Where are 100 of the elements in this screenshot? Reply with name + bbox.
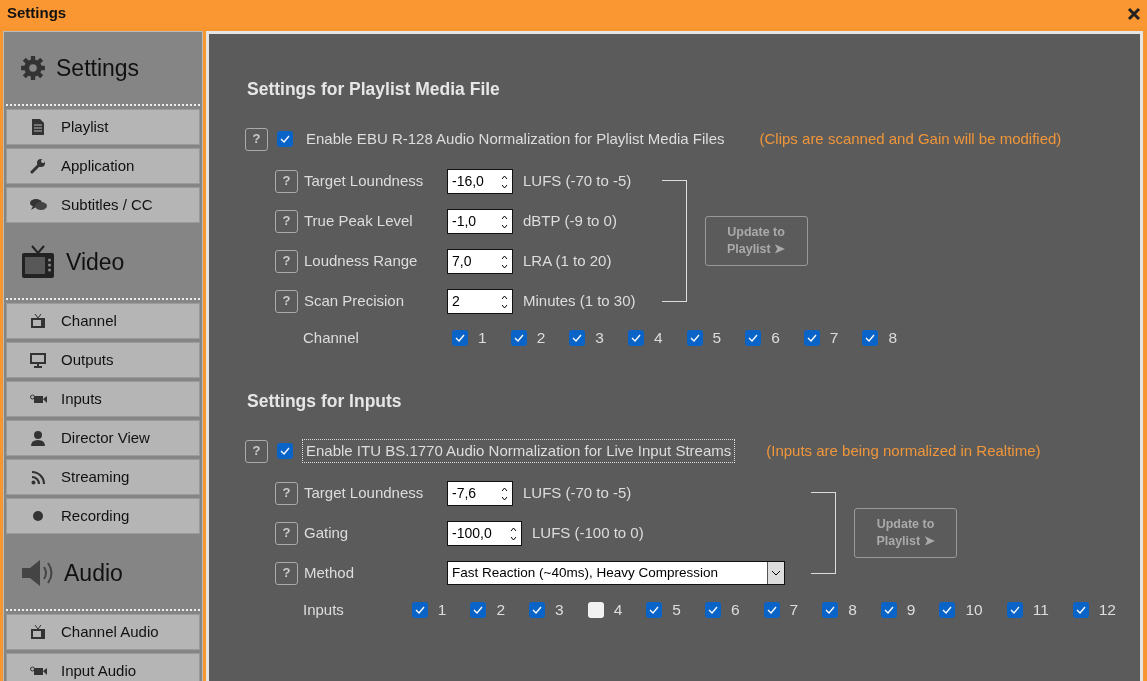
help-button[interactable]: ? xyxy=(245,127,268,151)
camera-icon xyxy=(29,665,47,677)
row-label: Channel xyxy=(303,327,360,348)
checkbox-label: 2 xyxy=(536,328,546,349)
help-button[interactable]: ? xyxy=(275,289,298,313)
checkbox[interactable] xyxy=(627,330,644,346)
checkbox[interactable] xyxy=(745,330,762,346)
sidebar-item[interactable]: Outputs xyxy=(6,342,200,378)
checkbox[interactable] xyxy=(510,330,527,346)
field-label: Loudness Range xyxy=(303,250,419,271)
checkmark-icon xyxy=(806,334,817,342)
checkbox-label: 3 xyxy=(555,600,564,621)
checkbox[interactable] xyxy=(452,330,468,346)
spinner-arrows-icon[interactable] xyxy=(501,485,508,502)
checkbox[interactable] xyxy=(939,602,956,618)
checkbox-label: 11 xyxy=(1032,600,1049,621)
checkbox[interactable] xyxy=(1072,602,1089,618)
sidebar-item[interactable]: Playlist xyxy=(6,109,200,145)
spin-field[interactable]: 7,0 xyxy=(447,248,513,274)
checkbox[interactable] xyxy=(704,602,721,618)
checkbox[interactable] xyxy=(277,131,293,147)
checkmark-icon xyxy=(414,606,425,614)
field-label: True Peak Level xyxy=(303,210,414,231)
unit-label: LRA (1 to 20) xyxy=(523,250,612,271)
help-button[interactable]: ? xyxy=(275,521,298,545)
chevron-down-icon[interactable] xyxy=(771,570,781,576)
close-icon[interactable] xyxy=(1127,6,1141,21)
checkmark-icon xyxy=(649,606,660,614)
sidebar-item[interactable]: Input Audio xyxy=(6,653,200,681)
info-note: (Inputs are being normalized in Realtime) xyxy=(766,440,1041,461)
speaker-icon xyxy=(20,558,54,588)
row-label: Inputs xyxy=(303,599,345,620)
checkbox[interactable] xyxy=(569,330,586,346)
checkmark-icon xyxy=(513,334,524,342)
checkbox[interactable] xyxy=(470,602,487,618)
wrench-icon xyxy=(30,158,46,174)
checkbox-label: 10 xyxy=(965,600,983,621)
checkmark-icon xyxy=(532,606,543,614)
checkmark-icon xyxy=(825,606,836,614)
checkbox[interactable] xyxy=(822,602,839,618)
camera-icon xyxy=(29,393,47,405)
spinner-arrows-icon[interactable] xyxy=(501,173,508,190)
document-icon xyxy=(31,119,45,135)
checkmark-icon xyxy=(707,606,718,614)
checkbox-label: 7 xyxy=(829,328,839,349)
checkmark-icon xyxy=(572,334,583,342)
checkbox-label: Enable ITU BS.1770 Audio Normalization for Live Input Streams xyxy=(302,438,736,464)
checkbox[interactable] xyxy=(277,443,293,459)
chat-bubbles-icon xyxy=(29,198,47,212)
section-title: Settings for Playlist Media File xyxy=(247,78,501,100)
spin-field[interactable]: -1,0 xyxy=(447,208,513,234)
spinner-arrows-icon[interactable] xyxy=(501,293,508,310)
spin-field[interactable]: -16,0 xyxy=(447,168,513,194)
checkbox-label: 1 xyxy=(478,328,487,349)
checkmark-icon xyxy=(630,334,641,342)
group-title: Audio xyxy=(64,558,123,588)
help-button[interactable]: ? xyxy=(275,209,298,233)
checkbox-label: 4 xyxy=(653,328,663,349)
sidebar-item[interactable]: Subtitles / CC xyxy=(6,187,200,223)
unit-label: LUFS (-100 to 0) xyxy=(532,522,644,543)
help-button[interactable]: ? xyxy=(275,561,298,585)
checkbox[interactable] xyxy=(803,330,820,346)
spinner-arrows-icon[interactable] xyxy=(501,253,508,270)
checkbox[interactable] xyxy=(763,602,780,618)
help-button[interactable]: ? xyxy=(275,481,298,505)
checkbox[interactable] xyxy=(1006,602,1023,618)
help-button[interactable]: ? xyxy=(275,169,298,193)
checkmark-icon xyxy=(280,447,290,455)
checkbox[interactable] xyxy=(529,602,546,618)
checkbox[interactable] xyxy=(411,602,428,618)
sidebar-item[interactable]: Channel xyxy=(6,303,200,339)
checkbox-label: 6 xyxy=(730,600,740,621)
unit-label: LUFS (-70 to -5) xyxy=(523,482,632,503)
sidebar-item[interactable]: Channel Audio xyxy=(6,614,200,650)
help-button[interactable]: ? xyxy=(245,439,268,463)
spinner-arrows-icon[interactable] xyxy=(510,525,517,542)
sidebar-item[interactable]: Recording xyxy=(6,498,200,534)
checkmark-icon xyxy=(748,334,759,342)
field-label: Target Loundness xyxy=(303,170,425,191)
checkbox[interactable] xyxy=(587,602,604,618)
tv-icon xyxy=(20,244,56,280)
unit-label: LUFS (-70 to -5) xyxy=(523,170,632,191)
checkbox[interactable] xyxy=(646,602,663,618)
help-button[interactable]: ? xyxy=(275,249,298,273)
spin-field[interactable]: 2 xyxy=(447,288,513,314)
checkbox[interactable] xyxy=(862,330,879,346)
checkbox[interactable] xyxy=(880,602,897,618)
person-icon xyxy=(30,430,46,446)
spinner-arrows-icon[interactable] xyxy=(501,213,508,230)
spin-field[interactable]: -100,0 xyxy=(447,520,522,546)
sidebar-item[interactable]: Director View xyxy=(6,420,200,456)
dropdown[interactable]: Fast Reaction (~40ms), Heavy Compression xyxy=(447,561,785,585)
info-note: (Clips are scanned and Gain will be modified) xyxy=(759,128,1062,149)
spin-field[interactable]: -7,6 xyxy=(447,480,513,506)
sidebar-item[interactable]: Streaming xyxy=(6,459,200,495)
checkmark-icon xyxy=(1009,606,1020,614)
sidebar-item[interactable]: Inputs xyxy=(6,381,200,417)
sidebar-item[interactable]: Application xyxy=(6,148,200,184)
checkbox[interactable] xyxy=(686,330,703,346)
unit-label: Minutes (1 to 30) xyxy=(523,290,636,311)
